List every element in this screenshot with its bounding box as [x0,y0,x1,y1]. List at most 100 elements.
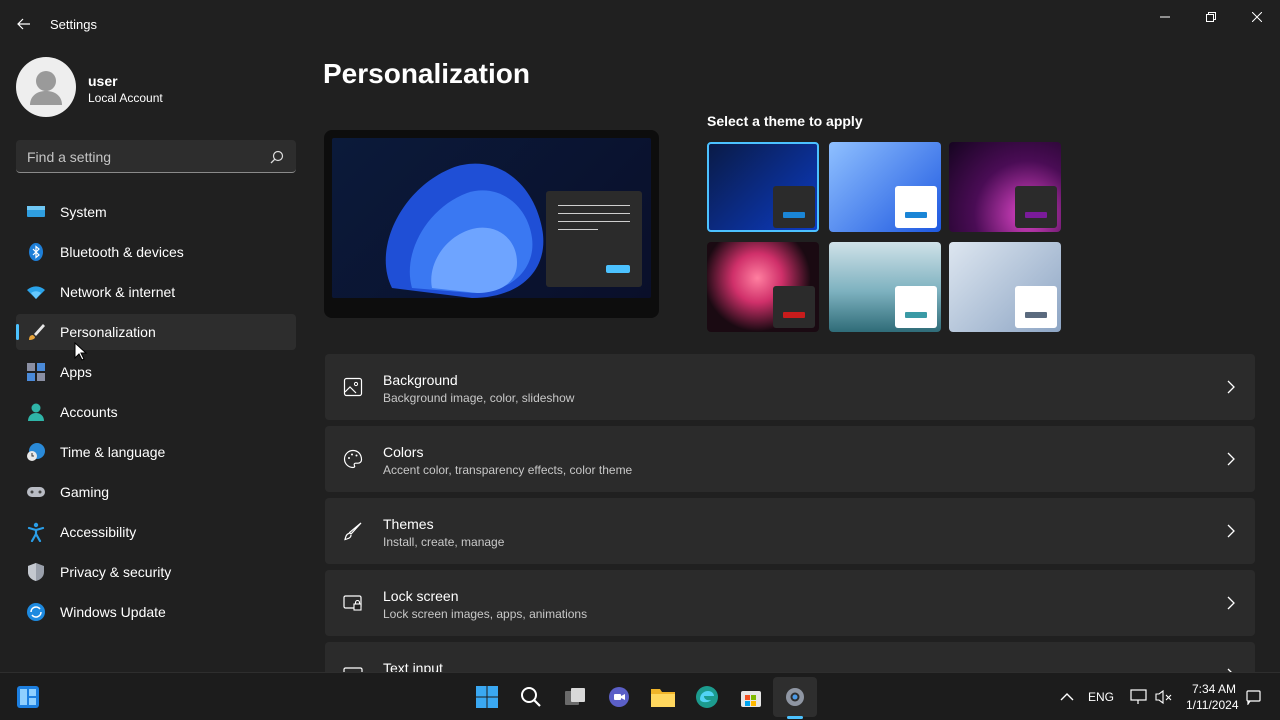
windows-icon [476,686,498,708]
app-title: Settings [50,17,97,32]
avatar[interactable] [16,57,76,117]
sidebar-item-label: Windows Update [60,604,166,620]
update-icon [27,603,45,621]
lock-screen-icon [343,595,362,611]
globe-clock-icon [27,443,45,461]
card-title: Colors [383,444,424,460]
chat-button[interactable] [605,683,633,711]
task-view-button[interactable] [561,683,589,711]
search-button[interactable] [517,683,545,711]
network-status-button[interactable] [1125,683,1153,711]
card-title: Background [383,372,458,388]
clock-time[interactable]: 7:34 AM [1192,682,1236,696]
task-view-icon [565,688,585,705]
sidebar-item-personalization[interactable]: Personalization [16,314,296,350]
sidebar-item-accounts[interactable]: Accounts [16,394,296,430]
close-icon [1252,12,1262,22]
card-text-input[interactable]: Text input [325,642,1255,672]
file-explorer-button[interactable] [649,683,677,711]
card-title: Text input [383,660,443,672]
gear-icon [786,688,804,706]
sidebar-item-label: Gaming [60,484,110,500]
account-type: Local Account [88,91,163,105]
card-background[interactable]: Background Background image, color, slid… [325,354,1255,420]
card-subtitle: Lock screen images, apps, animations [383,607,588,621]
gamepad-icon [27,487,45,497]
sidebar-item-gaming[interactable]: Gaming [16,474,296,510]
accessibility-icon [27,522,45,542]
sidebar-item-privacy[interactable]: Privacy & security [16,554,296,590]
theme-windows-dark[interactable] [707,142,819,232]
chevron-up-icon [1060,693,1074,701]
theme-glow[interactable] [949,142,1061,232]
theme-sunrise[interactable] [829,242,941,332]
sidebar-item-label: Privacy & security [60,564,172,580]
widgets-icon [17,686,39,708]
sidebar-item-windows-update[interactable]: Windows Update [16,594,296,630]
card-themes[interactable]: Themes Install, create, manage [325,498,1255,564]
search-icon [521,687,541,707]
card-title: Lock screen [383,588,459,604]
card-colors[interactable]: Colors Accent color, transparency effect… [325,426,1255,492]
chevron-right-icon [1227,524,1235,538]
card-subtitle: Install, create, manage [383,535,505,549]
back-button[interactable] [12,12,36,36]
preview-window [546,191,642,287]
shield-icon [28,563,44,581]
sidebar-item-system[interactable]: System [16,194,296,230]
folder-icon [651,689,675,707]
card-title: Themes [383,516,434,532]
restore-button[interactable] [1188,6,1234,28]
apps-icon [27,363,45,381]
person-icon [30,71,62,105]
sidebar-item-label: Accessibility [60,524,137,540]
arrow-left-icon [17,18,30,30]
settings-button[interactable] [781,683,809,711]
search-icon [270,150,284,164]
search-input[interactable]: Find a setting [16,140,296,173]
mouse-cursor-icon [74,342,88,361]
person-icon [28,403,44,421]
edge-button[interactable] [693,683,721,711]
sidebar-item-time-language[interactable]: Time & language [16,434,296,470]
sidebar-item-label: Apps [60,364,92,380]
card-subtitle: Background image, color, slideshow [383,391,575,405]
sidebar-item-network[interactable]: Network & internet [16,274,296,310]
preview-accent-button [606,265,630,273]
notifications-button[interactable] [1240,683,1268,711]
language-indicator[interactable]: ENG [1088,690,1114,704]
search-placeholder: Find a setting [27,149,112,165]
system-icon [27,206,45,217]
theme-windows-light[interactable] [829,142,941,232]
theme-captured-motion[interactable] [707,242,819,332]
theme-flow[interactable] [949,242,1061,332]
wifi-icon [27,286,45,299]
sidebar-item-label: Accounts [60,404,118,420]
bluetooth-icon [29,243,43,261]
sidebar-item-label: Personalization [60,324,156,340]
store-icon [741,691,761,707]
close-button[interactable] [1234,6,1280,28]
store-button[interactable] [737,683,765,711]
theme-preview [324,130,659,318]
clock-date[interactable]: 1/11/2024 [1186,698,1239,712]
volume-button[interactable] [1150,683,1178,711]
sidebar-nav: System Bluetooth & devices Network & int… [16,194,296,634]
user-name: user [88,73,118,89]
sidebar-item-bluetooth[interactable]: Bluetooth & devices [16,234,296,270]
show-hidden-icons-button[interactable] [1053,683,1081,711]
image-icon [343,377,363,397]
sidebar-item-accessibility[interactable]: Accessibility [16,514,296,550]
start-button[interactable] [473,683,501,711]
card-lock-screen[interactable]: Lock screen Lock screen images, apps, an… [325,570,1255,636]
network-icon [1130,689,1147,704]
sidebar-item-label: Network & internet [60,284,176,300]
sidebar-item-apps[interactable]: Apps [16,354,296,390]
card-subtitle: Accent color, transparency effects, colo… [383,463,633,477]
minimize-button[interactable] [1142,6,1188,28]
widgets-button[interactable] [14,683,42,711]
chevron-right-icon [1227,380,1235,394]
restore-icon [1206,12,1216,22]
chevron-right-icon [1227,596,1235,610]
sidebar-item-label: Time & language [60,444,166,460]
